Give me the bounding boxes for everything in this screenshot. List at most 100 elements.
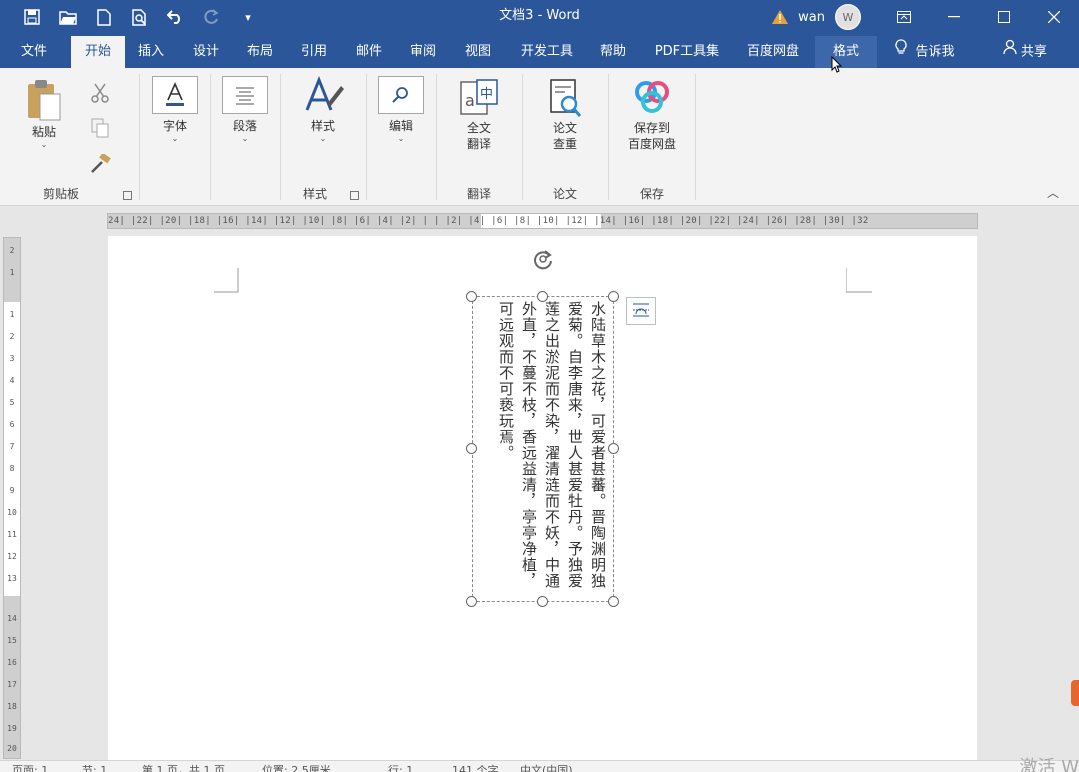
close-icon[interactable] xyxy=(1029,0,1079,34)
redo-icon[interactable] xyxy=(194,0,230,34)
save-group-label: 保存 xyxy=(639,187,664,201)
ruler-tick: 7 xyxy=(9,442,15,451)
tab-layout[interactable]: 布局 xyxy=(235,36,285,68)
font-label: 字体 xyxy=(162,119,187,133)
ruler-tick: 1 xyxy=(9,310,15,319)
save-to-baidu-button[interactable]: 保存到 百度网盘 xyxy=(621,78,683,152)
tab-review[interactable]: 审阅 xyxy=(398,36,448,68)
new-doc-icon[interactable] xyxy=(86,0,122,34)
tab-insert[interactable]: 插入 xyxy=(127,36,175,68)
save-label-2: 百度网盘 xyxy=(627,137,676,151)
ruler-tick: 10 xyxy=(7,508,17,517)
print-preview-icon[interactable] xyxy=(122,0,158,34)
find-icon xyxy=(378,76,424,114)
text-box-content[interactable]: 水陆草木之花，可爱者甚蕃。晋陶渊明独爱菊。自李唐来，世人甚爱牡丹。予独爱莲之出淤… xyxy=(479,301,609,599)
tab-references[interactable]: 引用 xyxy=(289,36,339,68)
collapse-ribbon-icon[interactable]: ︿ xyxy=(1047,184,1059,201)
format-painter-icon[interactable] xyxy=(90,152,112,177)
user-name[interactable]: wan xyxy=(798,10,825,25)
tab-baidu-pan[interactable]: 百度网盘 xyxy=(736,36,810,68)
ruler-tick: 2 xyxy=(9,246,15,255)
status-row[interactable]: 行: 1 xyxy=(388,762,413,772)
person-icon xyxy=(1003,36,1017,68)
status-position[interactable]: 位置: 2.5厘米 xyxy=(262,762,331,772)
resize-handle[interactable] xyxy=(537,596,548,607)
paragraph-button[interactable]: 段落 ⌄ xyxy=(220,76,270,144)
save-icon[interactable] xyxy=(14,0,50,34)
status-words[interactable]: 141 个字 xyxy=(452,762,499,772)
tab-home[interactable]: 开始 xyxy=(71,36,125,68)
maximize-icon[interactable] xyxy=(979,0,1029,34)
status-page-of[interactable]: 第 1 页，共 1 页 xyxy=(142,762,225,772)
copy-icon[interactable] xyxy=(91,118,109,141)
clipboard-launcher-icon[interactable] xyxy=(123,191,132,200)
tab-mailings[interactable]: 邮件 xyxy=(344,36,394,68)
paper-group: 论文 查重 论文 xyxy=(523,68,607,204)
ribbon-display-options-icon[interactable] xyxy=(879,0,929,34)
styles-button[interactable]: 样式 ⌄ xyxy=(297,75,349,144)
layout-options-icon xyxy=(632,302,650,321)
ruler-tick: 9 xyxy=(9,486,15,495)
customize-icon[interactable]: ▾ xyxy=(230,0,266,34)
font-icon xyxy=(152,76,198,114)
paper-check-icon xyxy=(539,78,591,120)
resize-handle[interactable] xyxy=(466,291,477,302)
tell-me[interactable]: 告诉我 xyxy=(884,36,966,68)
editing-button[interactable]: 编辑 ⌄ xyxy=(376,76,426,144)
resize-handle[interactable] xyxy=(466,443,477,454)
ribbon: 粘贴 ⌄ 剪贴板 字体 ⌄ 段落 ⌄ 样式 ⌄ 样式 编辑 ⌄ a 中 全文 翻… xyxy=(0,68,1079,206)
open-icon[interactable] xyxy=(50,0,86,34)
status-page[interactable]: 页面: 1 xyxy=(12,762,48,772)
quick-access-toolbar: ▾ xyxy=(14,0,266,34)
cut-icon[interactable] xyxy=(90,82,110,107)
ruler-tick: 4 xyxy=(9,376,15,385)
mouse-cursor-icon xyxy=(831,56,843,73)
divider xyxy=(139,74,140,200)
side-badge[interactable] xyxy=(1071,680,1079,706)
ruler-tick: 16 xyxy=(7,658,17,667)
translate-icon: a中 xyxy=(453,78,505,120)
resize-handle[interactable] xyxy=(608,443,619,454)
rotate-handle-icon[interactable] xyxy=(531,247,555,271)
font-button[interactable]: 字体 ⌄ xyxy=(150,76,200,144)
save-label-1: 保存到 xyxy=(633,121,670,135)
status-language[interactable]: 中文(中国) xyxy=(520,762,573,772)
tab-developer[interactable]: 开发工具 xyxy=(508,36,586,68)
tab-design[interactable]: 设计 xyxy=(181,36,231,68)
editing-label: 编辑 xyxy=(388,119,413,133)
resize-handle[interactable] xyxy=(608,596,619,607)
resize-handle[interactable] xyxy=(466,596,477,607)
styles-icon xyxy=(297,75,349,118)
tab-view[interactable]: 视图 xyxy=(452,36,504,68)
layout-options-button[interactable] xyxy=(626,297,656,325)
horizontal-ruler[interactable]: 24| |22| |20| |18| |16| |14| |12| |10| |… xyxy=(107,213,978,229)
paragraph-label: 段落 xyxy=(232,119,257,133)
vertical-text-box[interactable]: 水陆草木之花，可爱者甚蕃。晋陶渊明独爱菊。自李唐来，世人甚爱牡丹。予独爱莲之出淤… xyxy=(472,296,614,602)
activation-watermark: 激活 W xyxy=(1019,757,1079,772)
tab-help[interactable]: 帮助 xyxy=(590,36,636,68)
status-section[interactable]: 节: 1 xyxy=(82,762,107,772)
tab-format[interactable]: 格式 xyxy=(815,36,877,68)
warning-icon[interactable] xyxy=(770,8,790,26)
tab-file[interactable]: 文件 xyxy=(8,36,60,68)
avatar[interactable]: W xyxy=(835,4,861,30)
resize-handle[interactable] xyxy=(608,291,619,302)
chevron-down-icon: ⌄ xyxy=(397,134,405,143)
ribbon-tabs: 文件 开始 插入 设计 布局 引用 邮件 审阅 视图 开发工具 帮助 PDF工具… xyxy=(0,34,1079,68)
baidu-cloud-icon xyxy=(621,78,683,120)
paste-icon xyxy=(18,78,70,124)
styles-launcher-icon[interactable] xyxy=(350,191,359,200)
paper-check-button[interactable]: 论文 查重 xyxy=(539,78,591,152)
vertical-ruler[interactable]: 2 1 1 2 3 4 5 6 7 8 9 10 11 12 13 14 15 … xyxy=(3,237,21,759)
undo-icon[interactable] xyxy=(158,0,194,34)
translate-button[interactable]: a中 全文 翻译 xyxy=(453,78,505,152)
resize-handle[interactable] xyxy=(537,291,548,302)
translate-label-1: 全文 xyxy=(466,121,491,135)
chevron-down-icon: ⌄ xyxy=(40,140,48,149)
ruler-tick: 17 xyxy=(7,680,17,689)
ruler-tick: 20 xyxy=(7,744,17,753)
minimize-icon[interactable] xyxy=(929,0,979,34)
paste-button[interactable]: 粘贴 ⌄ xyxy=(18,78,70,150)
share-button[interactable]: 共享 xyxy=(990,36,1060,68)
tab-pdf-tools[interactable]: PDF工具集 xyxy=(642,36,732,68)
